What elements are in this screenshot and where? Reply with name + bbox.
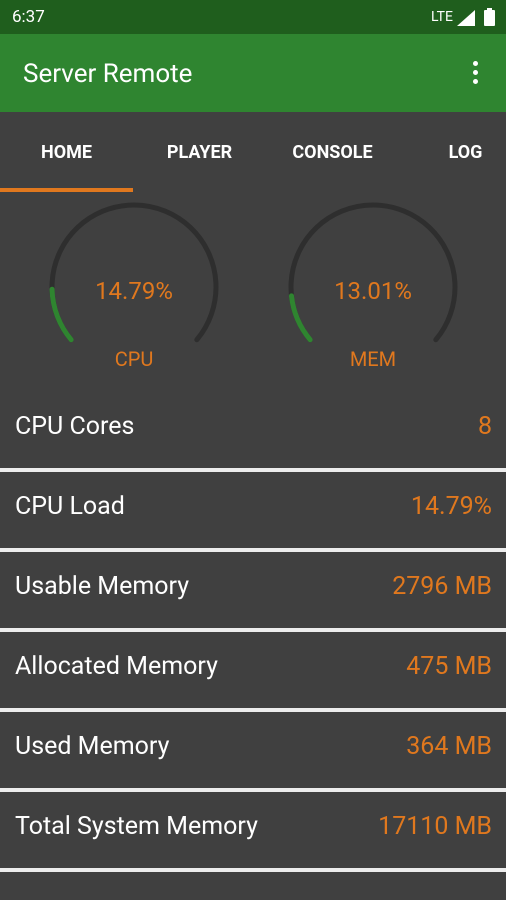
- stat-name: Used Memory: [15, 732, 170, 761]
- stat-row-used-memory: Used Memory 364 MB: [0, 712, 506, 792]
- stat-name: CPU Load: [15, 492, 125, 521]
- stat-name: Total System Memory: [15, 812, 258, 841]
- network-type: LTE: [431, 9, 453, 25]
- stat-value: 475 MB: [406, 652, 492, 681]
- stat-row-cpu-load: CPU Load 14.79%: [0, 472, 506, 552]
- tab-player[interactable]: PLAYER: [133, 112, 266, 194]
- cpu-gauge-value: 14.79%: [95, 277, 173, 305]
- more-vert-icon[interactable]: [468, 61, 482, 87]
- stat-name: Allocated Memory: [15, 652, 218, 681]
- stat-value: 364 MB: [406, 732, 492, 761]
- status-bar: 6:37 LTE: [0, 0, 506, 34]
- tab-console[interactable]: CONSOLE: [266, 112, 399, 194]
- status-time: 6:37: [12, 7, 45, 27]
- battery-icon: [484, 8, 495, 26]
- stat-row-usable-memory: Usable Memory 2796 MB: [0, 552, 506, 632]
- stat-value: 14.79%: [410, 492, 492, 521]
- stat-value: 2796 MB: [392, 572, 492, 601]
- mem-gauge-label: MEM: [349, 347, 397, 371]
- mem-gauge-value: 13.01%: [334, 277, 412, 305]
- stat-value: 8: [477, 412, 492, 441]
- app-bar: Server Remote: [0, 34, 506, 112]
- tab-log[interactable]: LOG: [399, 112, 506, 194]
- stats-list: CPU Cores 8 CPU Load 14.79% Usable Memor…: [0, 392, 506, 872]
- mem-gauge-track: [288, 202, 458, 343]
- active-tab-indicator: [0, 188, 133, 192]
- tab-bar: HOME PLAYER CONSOLE LOG: [0, 112, 506, 194]
- tab-home[interactable]: HOME: [0, 112, 133, 194]
- stat-value: 17110 MB: [378, 812, 492, 841]
- stat-name: CPU Cores: [15, 412, 135, 441]
- stat-row-cpu-cores: CPU Cores 8: [0, 392, 506, 472]
- cpu-gauge-track: [49, 202, 219, 343]
- stat-row-total-system-memory: Total System Memory 17110 MB: [0, 792, 506, 872]
- cpu-gauge: 14.79% CPU: [49, 202, 229, 382]
- stat-name: Usable Memory: [15, 572, 190, 601]
- cpu-gauge-label: CPU: [114, 347, 154, 371]
- stat-row-allocated-memory: Allocated Memory 475 MB: [0, 632, 506, 712]
- signal-icon: [457, 10, 475, 26]
- mem-gauge: 13.01% MEM: [288, 202, 468, 382]
- app-title: Server Remote: [23, 59, 193, 89]
